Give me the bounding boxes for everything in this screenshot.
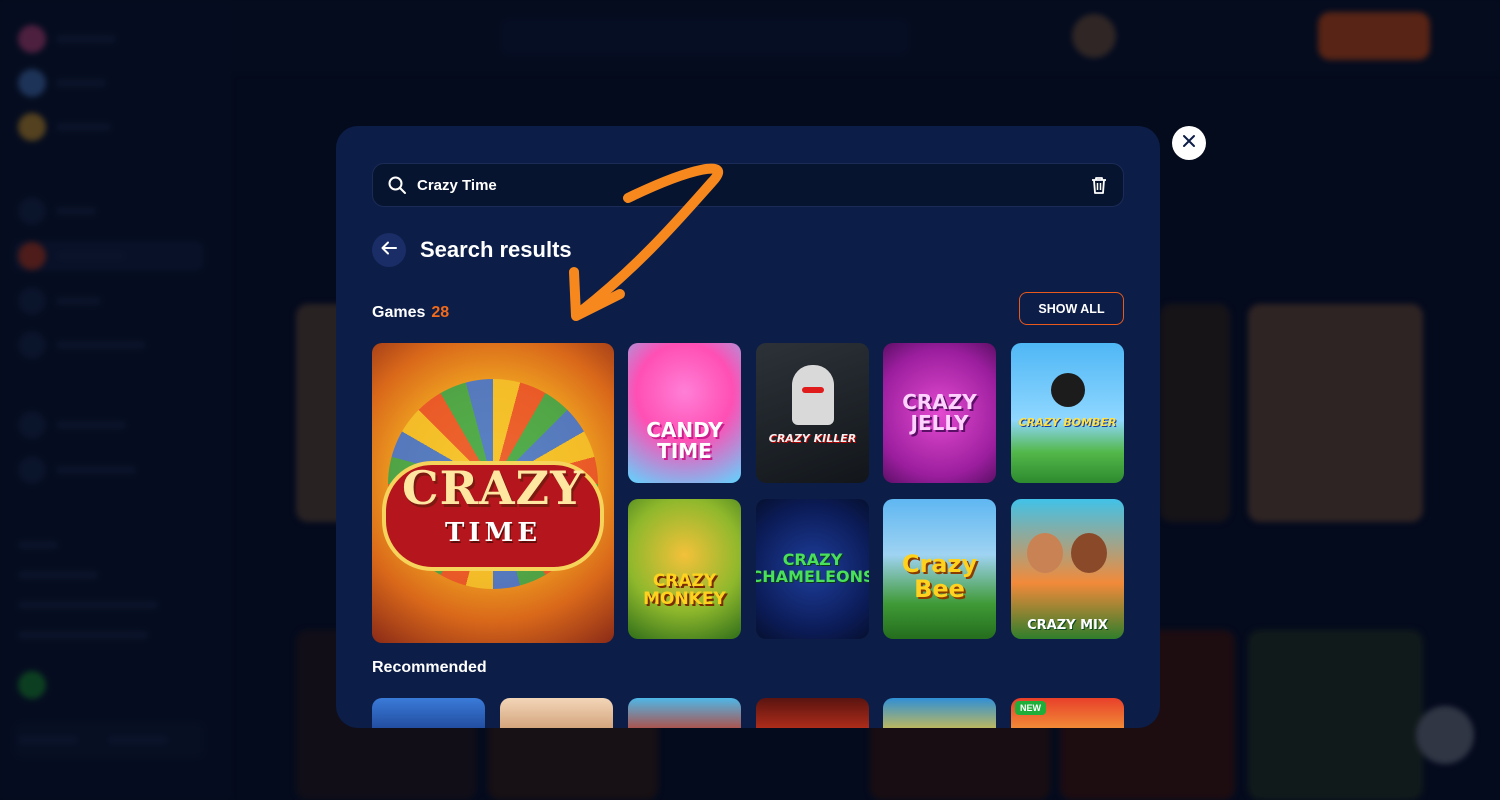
recommended-tile[interactable] — [883, 698, 996, 728]
game-tile-crazy-killer[interactable]: CRAZY KILLER — [756, 343, 869, 483]
game-title: Crazy Bee — [901, 549, 978, 603]
game-tile-crazy-chameleons[interactable]: CRAZY CHAMELEONS — [756, 499, 869, 639]
game-tile-crazy-mix[interactable]: CRAZY MIX — [1011, 499, 1124, 639]
new-badge: NEW — [1015, 701, 1046, 715]
search-bar — [372, 163, 1124, 207]
game-title: CANDY TIME — [646, 418, 723, 463]
trash-icon[interactable] — [1087, 173, 1111, 197]
game-title: CRAZY BOMBER — [1018, 416, 1117, 430]
back-button[interactable] — [372, 233, 406, 267]
close-modal-button[interactable] — [1172, 126, 1206, 160]
game-tile-crazy-time[interactable]: CRAZY TIME — [372, 343, 614, 643]
recommended-tile[interactable] — [628, 698, 741, 728]
show-all-button[interactable]: SHOW ALL — [1019, 292, 1124, 325]
hooded-figure-graphic — [792, 365, 834, 425]
recommended-tile[interactable] — [756, 698, 869, 728]
game-title: CRAZY KILLER — [768, 432, 857, 446]
game-title: CRAZY — [402, 461, 584, 515]
games-label: Games — [372, 304, 426, 321]
game-title: CRAZY MONKEY — [643, 571, 726, 609]
search-modal: Search results Games 28 SHOW ALL CRAZY TI… — [336, 126, 1160, 728]
red-eyes-graphic — [802, 387, 824, 393]
game-title: CRAZY MIX — [1027, 618, 1108, 634]
close-icon — [1182, 134, 1196, 153]
search-icon — [385, 173, 409, 197]
game-subtitle: TIME — [444, 518, 542, 548]
recommended-tile[interactable]: NEW — [1011, 698, 1124, 728]
results-header: Search results — [372, 233, 572, 267]
recommended-tile[interactable] — [372, 698, 485, 728]
character-graphic — [1071, 533, 1107, 573]
game-tile-crazy-bee[interactable]: Crazy Bee — [883, 499, 996, 639]
games-section-heading: Games 28 — [372, 304, 449, 322]
recommended-tile[interactable] — [500, 698, 613, 728]
results-title: Search results — [420, 237, 572, 262]
character-graphic — [1027, 533, 1063, 573]
game-tile-crazy-bomber[interactable]: CRAZY BOMBER — [1011, 343, 1124, 483]
search-input[interactable] — [417, 176, 1087, 194]
game-title: CRAZY JELLY — [902, 390, 977, 435]
game-tile-crazy-monkey[interactable]: CRAZY MONKEY — [628, 499, 741, 639]
game-tile-crazy-jelly[interactable]: CRAZY JELLY — [883, 343, 996, 483]
bomb-graphic — [1051, 373, 1085, 407]
game-tile-candy-time[interactable]: CANDY TIME — [628, 343, 741, 483]
game-title: CRAZY CHAMELEONS — [756, 550, 869, 586]
arrow-left-icon — [381, 241, 397, 260]
games-count: 28 — [431, 304, 450, 321]
recommended-heading: Recommended — [372, 659, 487, 676]
